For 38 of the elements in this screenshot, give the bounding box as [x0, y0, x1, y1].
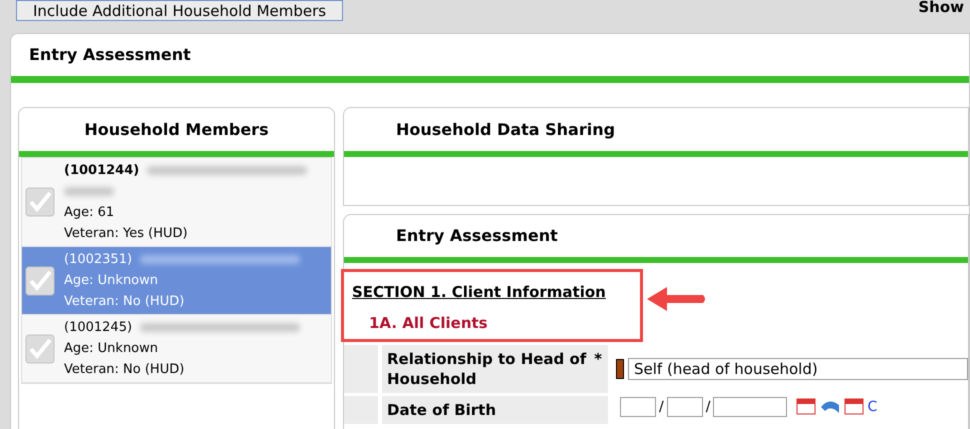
- calendar-link[interactable]: C: [867, 397, 878, 418]
- date-separator: /: [659, 398, 664, 417]
- section-heading: SECTION 1. Client Information: [352, 282, 607, 303]
- card-title: Household Data Sharing: [396, 118, 616, 140]
- member-id: (1001245): [64, 319, 132, 337]
- show-label: Show: [918, 0, 964, 18]
- member-row[interactable]: (1001244) Age: 61 Veteran: Yes (HUD): [22, 158, 331, 247]
- member-veteran: Veteran: No (HUD): [64, 293, 186, 311]
- member-id: (1002351): [64, 251, 132, 269]
- include-members-button[interactable]: Include Additional Household Members: [16, 0, 344, 21]
- card-title: Household Members: [84, 118, 269, 140]
- required-marker: *: [594, 349, 602, 370]
- member-age: Age: Unknown: [64, 272, 160, 290]
- checkbox[interactable]: [25, 266, 55, 296]
- card-title: Entry Assessment: [396, 225, 558, 247]
- member-veteran: Veteran: No (HUD): [64, 361, 186, 379]
- row-gutter-cell: [344, 396, 378, 424]
- member-row[interactable]: (1001245) Age: Unknown Veteran: No (HUD): [22, 315, 331, 383]
- day-field[interactable]: [666, 397, 703, 417]
- member-id: (1001244): [64, 162, 140, 180]
- date-separator: /: [706, 398, 710, 417]
- month-field[interactable]: [620, 397, 656, 417]
- redacted-name: [64, 187, 114, 196]
- member-age: Age: Unknown: [64, 340, 160, 358]
- checkbox[interactable]: [25, 334, 55, 364]
- subsection-heading: 1A. All Clients: [368, 312, 489, 334]
- panel-title: Entry Assessment: [29, 44, 191, 66]
- row-gutter-cell: [344, 345, 378, 393]
- member-age: Age: 61: [64, 204, 116, 222]
- relationship-select[interactable]: Self (head of household): [628, 358, 968, 380]
- status-indicator: [616, 359, 624, 379]
- field-label: Relationship to Head of Household: [387, 349, 588, 389]
- checkbox[interactable]: [25, 187, 55, 217]
- year-field[interactable]: [713, 397, 788, 417]
- calendar-icon[interactable]: [796, 397, 816, 415]
- field-label: Date of Birth: [387, 400, 496, 420]
- member-veteran: Veteran: Yes (HUD): [64, 225, 189, 243]
- calendar-icon[interactable]: [844, 397, 864, 415]
